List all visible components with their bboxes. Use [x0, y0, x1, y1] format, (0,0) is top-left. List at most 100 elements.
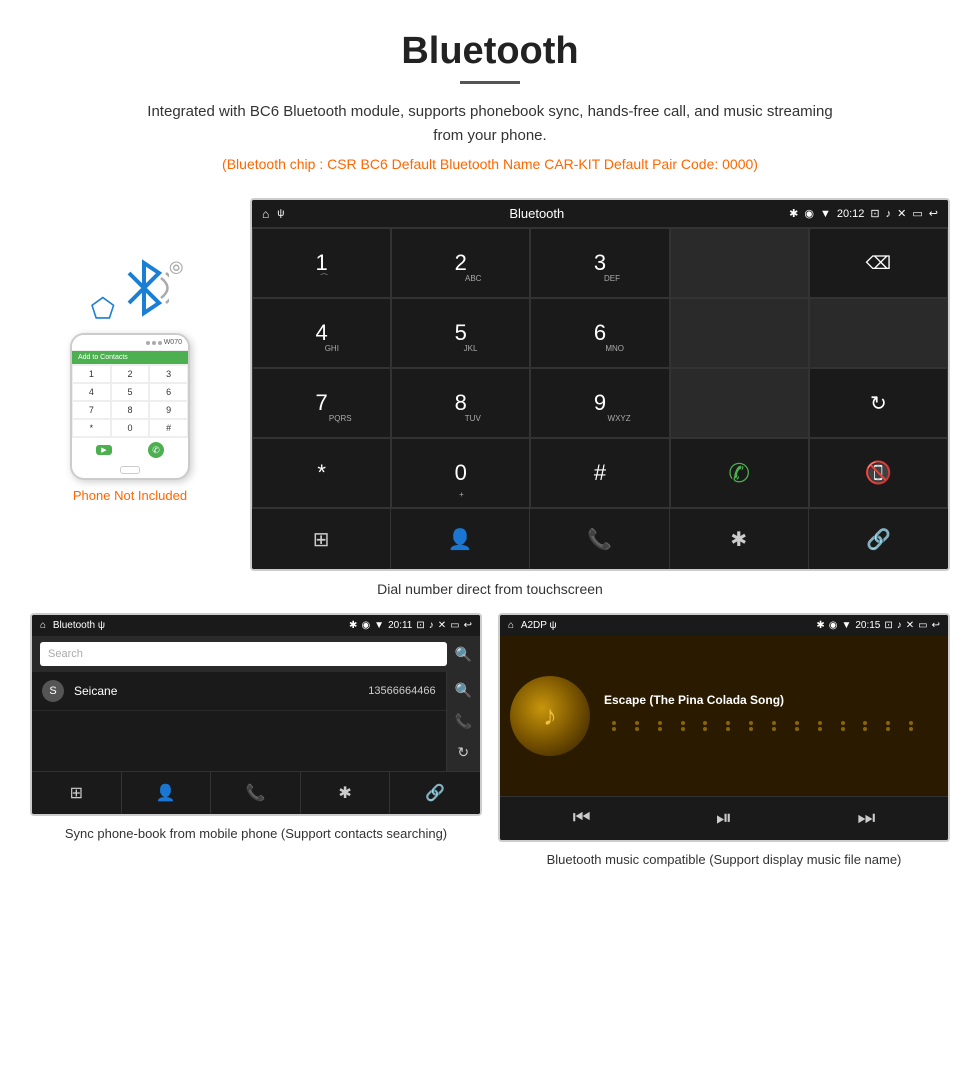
music-prev-btn[interactable]: ⏮ — [573, 807, 591, 830]
bluetooth-signal: ⬠ ⦾ — [91, 258, 170, 325]
phonebook-item: ⌂ Bluetooth ψ ✱ ◉ ▼ 20:11 ⊡ ♪ ✕ ▭ ↩ — [30, 613, 482, 874]
music-dot — [612, 721, 616, 725]
music-dot — [726, 727, 730, 731]
music-info: Escape (The Pina Colada Song) — [604, 693, 938, 739]
pb-right-search-icon[interactable]: 🔍 — [455, 682, 472, 699]
dial-key-2[interactable]: 2ABC — [391, 228, 530, 298]
phone-key-0: 0 — [111, 419, 150, 437]
pb-tb-call[interactable]: 📞 — [211, 772, 301, 814]
music-dot — [703, 721, 707, 725]
phone-bottom-bar: ▶ ✆ — [72, 437, 188, 462]
phone-key-7: 7 — [72, 401, 111, 419]
pb-tb-dialpad[interactable]: ⊞ — [32, 772, 122, 814]
phone-key-8: 8 — [111, 401, 150, 419]
pb-search-bar: Search 🔍 — [32, 636, 480, 672]
page-header: Bluetooth Integrated with BC6 Bluetooth … — [0, 0, 980, 198]
pb-contact-list: S Seicane 13566664466 — [32, 672, 446, 771]
music-sig-icon: ▼ — [841, 620, 851, 631]
pb-tb-bt[interactable]: ✱ — [301, 772, 391, 814]
phone-key-6: 6 — [149, 383, 188, 401]
dial-key-hash[interactable]: # — [530, 438, 669, 508]
screen-status-bar: ⌂ ψ Bluetooth ✱ ◉ ▼ 20:12 ⊡ ♪ ✕ ▭ ↩ — [252, 200, 948, 227]
music-play-btn[interactable]: ⏯ — [716, 807, 732, 830]
bluetooth-specs: (Bluetooth chip : CSR BC6 Default Blueto… — [20, 156, 960, 172]
music-dot — [795, 721, 799, 725]
pb-status-left: ⌂ Bluetooth ψ — [40, 620, 105, 631]
dial-key-5[interactable]: 5JKL — [391, 298, 530, 368]
pb-right-call-icon[interactable]: 📞 — [455, 713, 472, 730]
dial-empty-4 — [670, 368, 809, 438]
dial-end-button[interactable]: 📵 — [809, 438, 948, 508]
pb-tb-contacts[interactable]: 👤 — [122, 772, 212, 814]
toolbar-dialpad-btn[interactable]: ⊞ — [252, 509, 391, 569]
pb-vol-icon: ♪ — [429, 620, 434, 631]
phone-key-2: 2 — [111, 365, 150, 383]
phone-keypad: 1 2 3 4 5 6 7 8 9 * 0 # — [72, 364, 188, 437]
dial-key-8[interactable]: 8TUV — [391, 368, 530, 438]
car-screen-main: ⌂ ψ Bluetooth ✱ ◉ ▼ 20:12 ⊡ ♪ ✕ ▭ ↩ 1⁀ 2… — [250, 198, 950, 571]
status-left: ⌂ ψ — [262, 207, 284, 221]
dialpad-grid: 1⁀ 2ABC 3DEF ⌫ 4GHI 5JKL 6MNO 7PQRS 8TUV… — [252, 227, 948, 508]
music-dot — [749, 721, 753, 725]
dial-call-button[interactable]: ✆ — [670, 438, 809, 508]
pb-contact-row[interactable]: S Seicane 13566664466 — [32, 672, 446, 711]
toolbar-call-btn[interactable]: 📞 — [530, 509, 669, 569]
page-title: Bluetooth — [20, 30, 960, 73]
pb-status-bar: ⌂ Bluetooth ψ ✱ ◉ ▼ 20:11 ⊡ ♪ ✕ ▭ ↩ — [32, 615, 480, 636]
dial-key-4[interactable]: 4GHI — [252, 298, 391, 368]
dial-key-star[interactable]: * — [252, 438, 391, 508]
music-time: 20:15 — [855, 620, 880, 631]
music-song-title: Escape (The Pina Colada Song) — [604, 693, 938, 707]
pb-tb-link[interactable]: 🔗 — [390, 772, 480, 814]
music-screen: ⌂ A2DP ψ ✱ ◉ ▼ 20:15 ⊡ ♪ ✕ ▭ ↩ ♪ — [498, 613, 950, 842]
music-dot — [772, 727, 776, 731]
music-cam-icon: ⊡ — [884, 620, 892, 631]
pb-right-refresh-icon[interactable]: ↻ — [457, 744, 469, 761]
music-dot — [818, 727, 822, 731]
camera-icon: ⊡ — [870, 207, 879, 220]
bt-status-icon: ✱ — [789, 207, 798, 220]
dial-key-3[interactable]: 3DEF — [530, 228, 669, 298]
page-description: Integrated with BC6 Bluetooth module, su… — [140, 100, 840, 148]
music-dot — [863, 721, 867, 725]
location-icon: ◉ — [804, 207, 814, 220]
screen-toolbar: ⊞ 👤 📞 ✱ 🔗 — [252, 508, 948, 569]
dial-key-6[interactable]: 6MNO — [530, 298, 669, 368]
pb-win-icon: ▭ — [450, 620, 459, 631]
dial-key-7[interactable]: 7PQRS — [252, 368, 391, 438]
dial-key-9[interactable]: 9WXYZ — [530, 368, 669, 438]
window-icon: ▭ — [912, 207, 922, 220]
phone-dot — [158, 341, 162, 345]
dial-backspace[interactable]: ⌫ — [809, 228, 948, 298]
phone-key-5: 5 — [111, 383, 150, 401]
music-dot — [703, 727, 707, 731]
dial-empty-1 — [670, 228, 809, 298]
toolbar-link-btn[interactable]: 🔗 — [809, 509, 948, 569]
music-title: A2DP ψ — [521, 620, 557, 631]
pb-search-icon[interactable]: 🔍 — [455, 646, 472, 663]
dial-key-1[interactable]: 1⁀ — [252, 228, 391, 298]
dial-refresh[interactable]: ↻ — [809, 368, 948, 438]
music-content: ♪ Escape (The Pina Colada Song) — [500, 636, 948, 796]
dial-key-0[interactable]: 0+ — [391, 438, 530, 508]
music-dots-pattern — [604, 713, 938, 739]
status-title: Bluetooth — [509, 206, 564, 221]
toolbar-bt-btn[interactable]: ✱ — [670, 509, 809, 569]
volume-icon: ♪ — [886, 208, 892, 220]
phonebook-caption-text: Sync phone-book from mobile phone (Suppo… — [65, 826, 447, 841]
pb-status-right: ✱ ◉ ▼ 20:11 ⊡ ♪ ✕ ▭ ↩ — [349, 620, 472, 631]
pb-search-placeholder: Search — [48, 648, 83, 660]
pb-loc-icon: ◉ — [361, 620, 370, 631]
dial-empty-2 — [670, 298, 809, 368]
music-dot — [818, 721, 822, 725]
pb-x-icon: ✕ — [438, 620, 446, 631]
pb-search-input[interactable]: Search — [40, 642, 447, 666]
music-x-icon: ✕ — [906, 620, 914, 631]
music-vol-icon: ♪ — [897, 620, 902, 631]
music-next-btn[interactable]: ⏭ — [857, 807, 875, 830]
music-note-icon: ♪ — [543, 700, 557, 732]
music-dot — [886, 727, 890, 731]
phone-home-button — [120, 466, 140, 474]
music-win-icon: ▭ — [918, 620, 927, 631]
toolbar-contacts-btn[interactable]: 👤 — [391, 509, 530, 569]
